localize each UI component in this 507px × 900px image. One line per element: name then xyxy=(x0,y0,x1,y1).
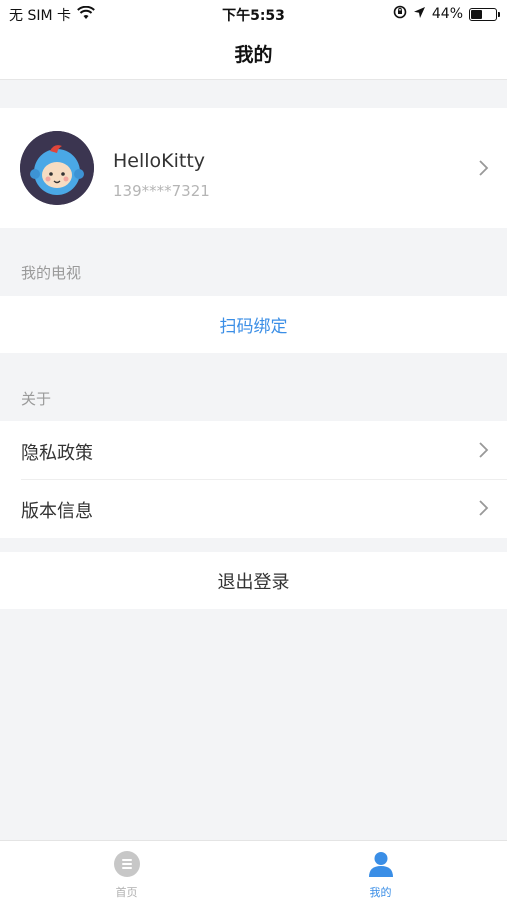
profile-card[interactable]: HelloKitty 139****7321 xyxy=(0,108,507,228)
status-right: 44% xyxy=(393,5,500,23)
scan-bind-button[interactable]: 扫码绑定 xyxy=(0,296,507,353)
section-label-my-tv: 我的电视 xyxy=(21,264,82,282)
battery-level xyxy=(471,9,482,19)
privacy-policy-label: 隐私政策 xyxy=(21,443,93,464)
orientation-lock-icon xyxy=(393,5,407,23)
battery-icon xyxy=(469,7,500,21)
logout-label: 退出登录 xyxy=(217,571,290,593)
tab-bar: 首页 我的 xyxy=(0,840,507,900)
chevron-right-icon xyxy=(477,159,489,177)
profile-name: HelloKitty xyxy=(113,150,206,172)
section-label-about: 关于 xyxy=(21,390,52,408)
user-icon xyxy=(367,850,395,878)
location-arrow-icon xyxy=(413,6,426,23)
page-title: 我的 xyxy=(234,44,273,66)
profile-phone: 139****7321 xyxy=(113,182,210,200)
tab-home-label: 首页 xyxy=(115,886,138,899)
battery-percent: 44% xyxy=(431,6,463,22)
about-list: 隐私政策 版本信息 xyxy=(0,421,507,538)
version-info-label: 版本信息 xyxy=(21,501,93,522)
logout-button[interactable]: 退出登录 xyxy=(0,552,507,609)
status-bar: 无 SIM 卡 下午5:53 44% xyxy=(0,0,507,28)
mascot-avatar-icon xyxy=(20,131,94,205)
tab-mine[interactable]: 我的 xyxy=(254,841,507,900)
chevron-right-icon xyxy=(477,441,489,459)
chevron-right-icon xyxy=(477,499,489,517)
tab-mine-label: 我的 xyxy=(369,886,392,899)
version-info-item[interactable]: 版本信息 xyxy=(0,480,507,538)
home-icon xyxy=(113,850,141,878)
scan-bind-label: 扫码绑定 xyxy=(219,317,288,337)
privacy-policy-item[interactable]: 隐私政策 xyxy=(0,421,507,479)
tab-home[interactable]: 首页 xyxy=(0,841,253,900)
avatar xyxy=(20,131,94,205)
nav-bar: 我的 xyxy=(0,28,507,80)
